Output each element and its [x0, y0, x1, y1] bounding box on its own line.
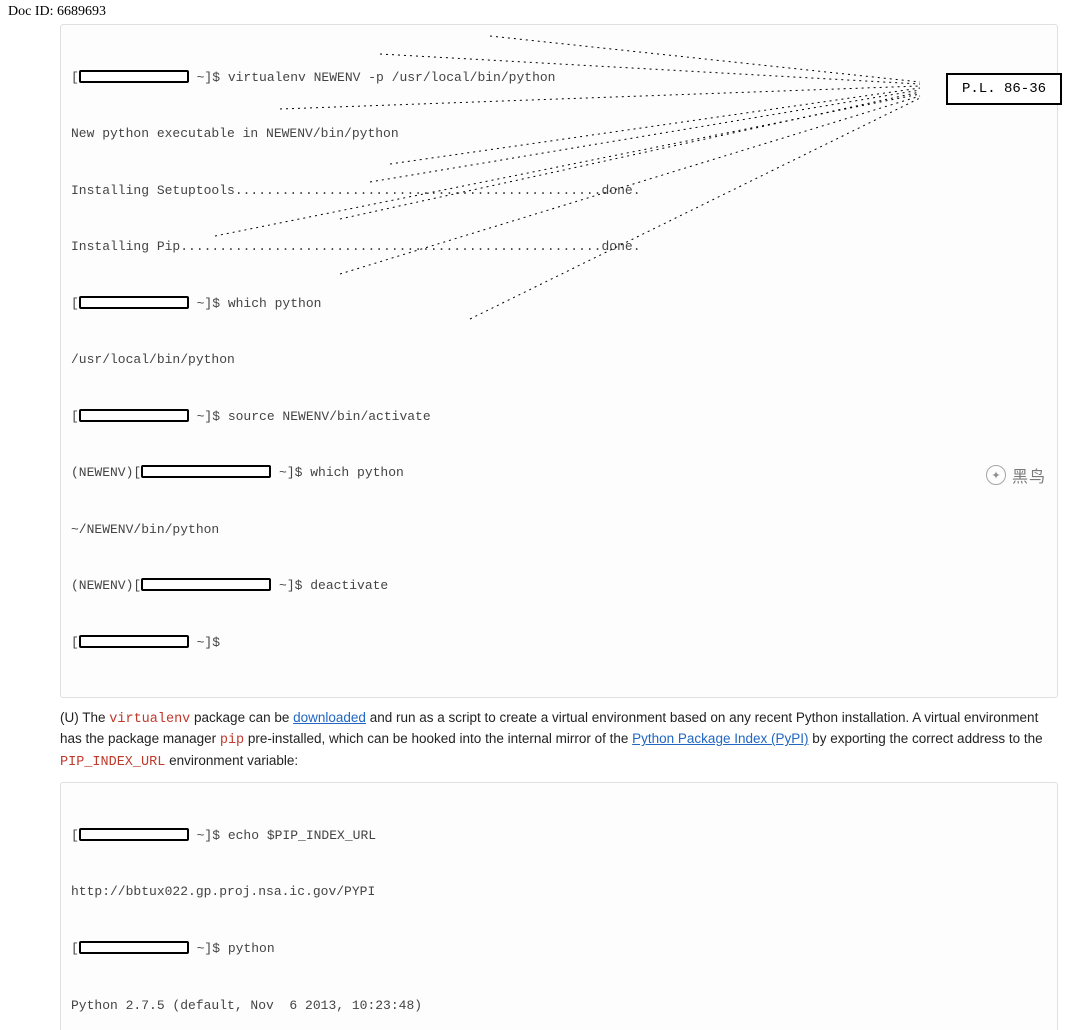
code-line: New python executable in NEWENV/bin/pyth… [71, 125, 1047, 144]
code-block-1: [ ~]$ virtualenv NEWENV -p /usr/local/bi… [60, 24, 1058, 698]
code-line: Installing Pip..........................… [71, 238, 1047, 257]
annotation-box: P.L. 86-36 [946, 73, 1062, 105]
code-line: [ ~]$ python [71, 940, 1047, 959]
code-line: ~/NEWENV/bin/python [71, 521, 1047, 540]
code-line: Python 2.7.5 (default, Nov 6 2013, 10:23… [71, 997, 1047, 1016]
code-line: [ ~]$ [71, 634, 1047, 653]
code-line: [ ~]$ echo $PIP_INDEX_URL [71, 827, 1047, 846]
pip-index-url-term: PIP_INDEX_URL [60, 755, 165, 770]
code-block-2: [ ~]$ echo $PIP_INDEX_URL http://bbtux02… [60, 782, 1058, 1030]
wechat-icon: ✦ [986, 465, 1006, 485]
doc-id: Doc ID: 6689693 [8, 4, 106, 20]
code-line: [ ~]$ which python [71, 295, 1047, 314]
code-line: (NEWENV)[ ~]$ which python [71, 464, 1047, 483]
watermark-text: 黑鸟 [1012, 463, 1046, 487]
watermark: ✦ 黑鸟 [986, 463, 1046, 487]
code-line: http://bbtux022.gp.proj.nsa.ic.gov/PYPI [71, 883, 1047, 902]
code-line: Installing Setuptools...................… [71, 182, 1047, 201]
page-content: [ ~]$ virtualenv NEWENV -p /usr/local/bi… [60, 24, 1058, 1030]
code-line: [ ~]$ virtualenv NEWENV -p /usr/local/bi… [71, 69, 1047, 88]
virtualenv-term: virtualenv [109, 712, 190, 727]
pip-term: pip [220, 733, 244, 748]
pypi-link[interactable]: Python Package Index (PyPI) [632, 731, 808, 746]
explanation-paragraph: (U) The virtualenv package can be downlo… [60, 708, 1058, 773]
downloaded-link[interactable]: downloaded [293, 710, 366, 725]
code-line: [ ~]$ source NEWENV/bin/activate [71, 408, 1047, 427]
code-line: (NEWENV)[ ~]$ deactivate [71, 577, 1047, 596]
code-line: /usr/local/bin/python [71, 351, 1047, 370]
